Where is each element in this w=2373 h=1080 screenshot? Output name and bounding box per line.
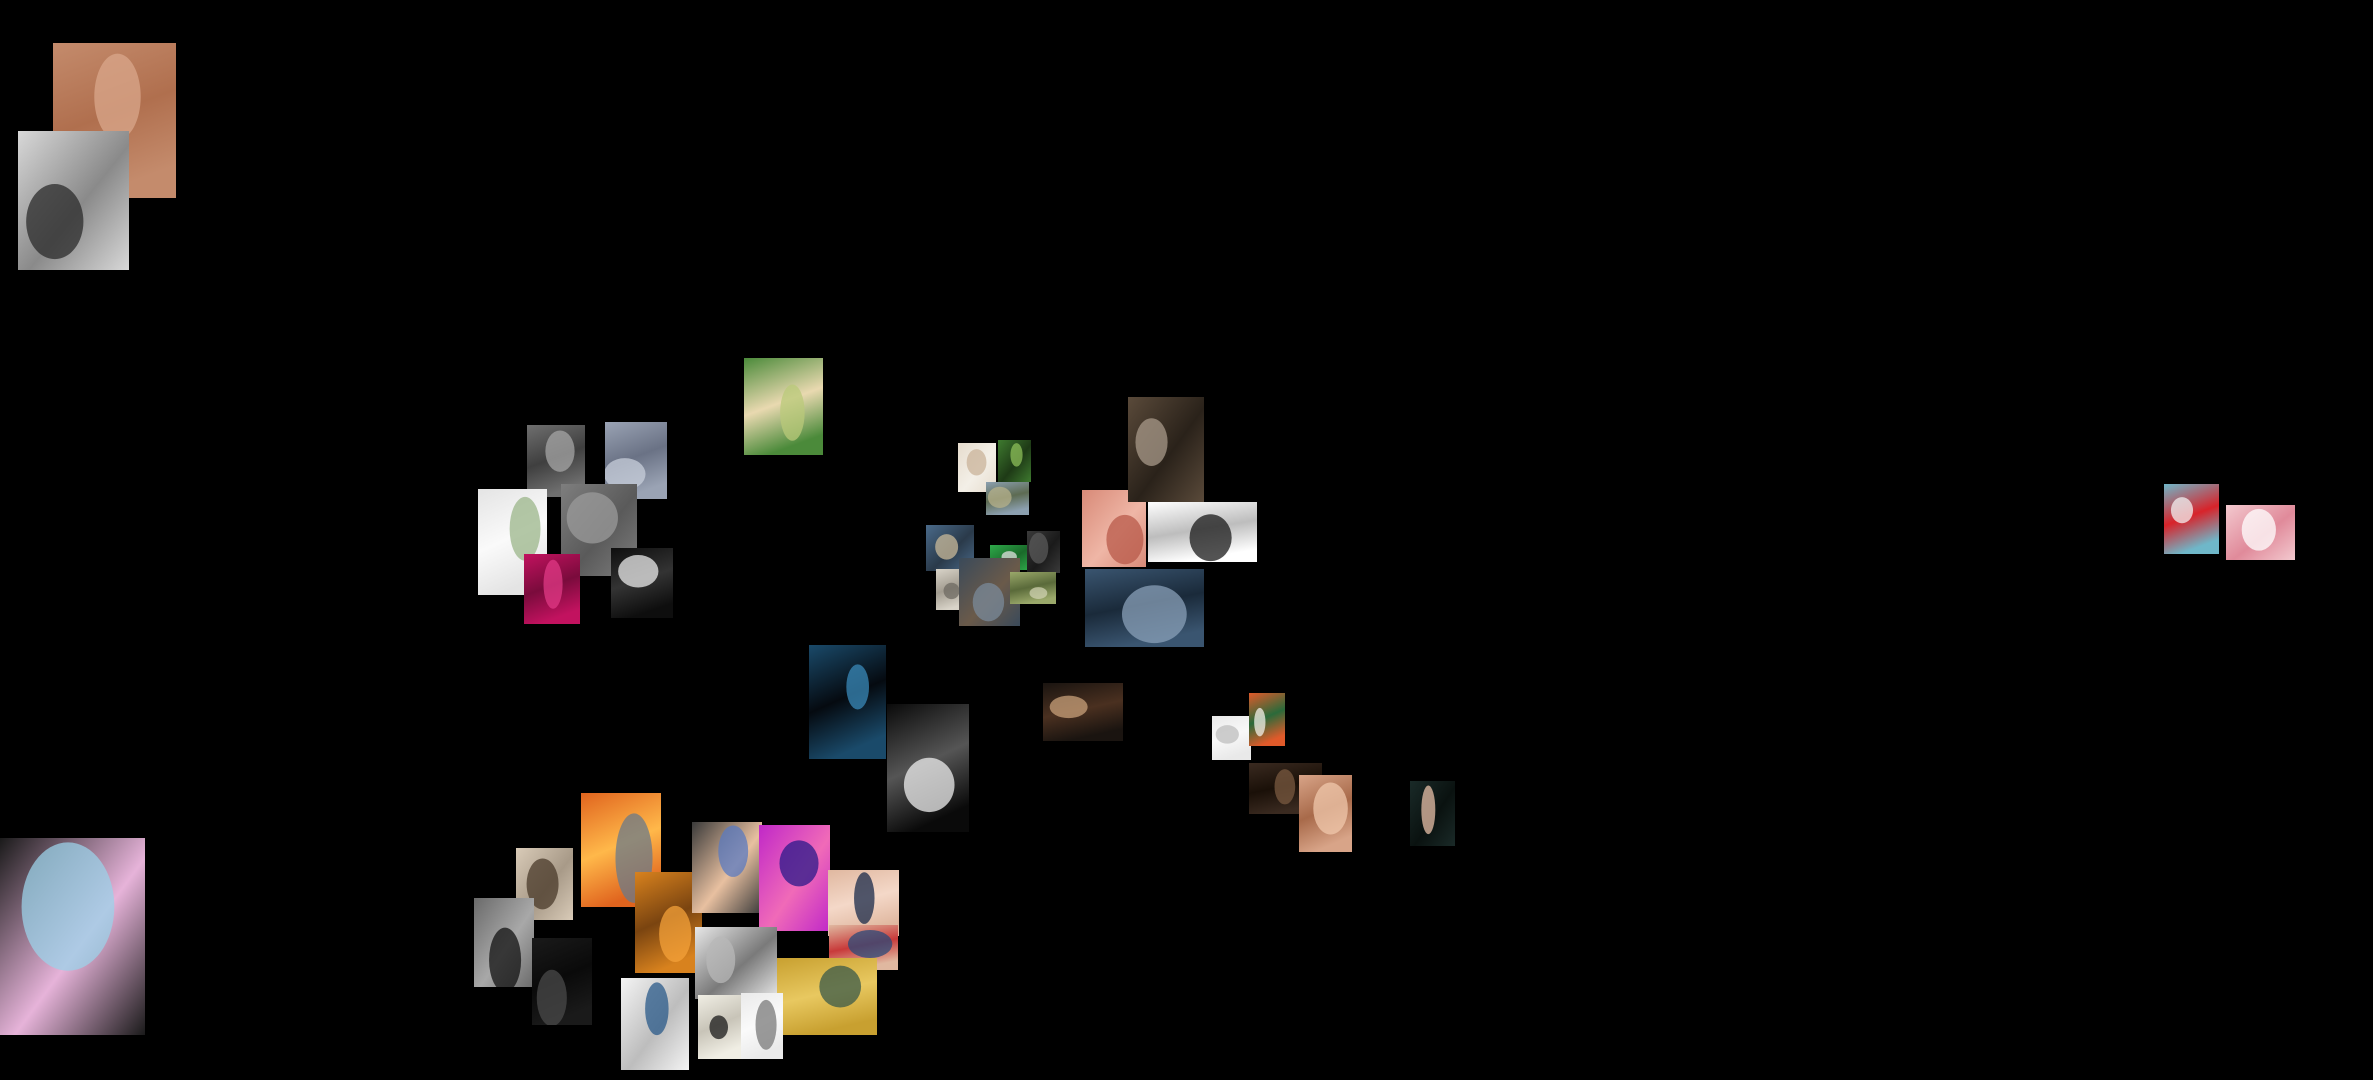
field-landscape-photo[interactable] <box>1010 572 1056 604</box>
lying-figure-photo[interactable] <box>692 822 762 913</box>
magenta-petals-photo[interactable] <box>524 554 580 624</box>
bare-legs-photo[interactable] <box>474 898 534 987</box>
harbor-dusk-photo[interactable] <box>1085 569 1204 647</box>
iridescent-abstract-photo[interactable] <box>0 838 145 1035</box>
skin-closeup-photo[interactable] <box>1299 775 1352 852</box>
photo-cloud-canvas[interactable] <box>0 0 2373 1080</box>
bw-portrait-shush-photo[interactable] <box>18 131 129 270</box>
sea-silhouette-photo[interactable] <box>809 645 886 759</box>
white-hand-photo[interactable] <box>1148 502 1257 562</box>
bird-sculpture-photo[interactable] <box>741 993 783 1059</box>
white-kitchen-photo[interactable] <box>695 927 777 999</box>
orange-door-photo[interactable] <box>1249 693 1285 746</box>
pioneer-girl-photo[interactable] <box>2164 484 2219 554</box>
hand-on-face-photo[interactable] <box>1410 781 1455 846</box>
dancers-dark-photo[interactable] <box>1043 683 1123 741</box>
dark-curtain-photo[interactable] <box>1027 531 1060 573</box>
foot-sculpture-photo[interactable] <box>611 548 673 618</box>
white-hair-portrait-photo[interactable] <box>1212 716 1251 760</box>
crowned-statue-photo[interactable] <box>532 938 592 1025</box>
landscape-small-photo[interactable] <box>986 482 1029 515</box>
green-leaves-photo[interactable] <box>998 440 1031 482</box>
still-life-photo[interactable] <box>698 995 743 1059</box>
man-with-flower-photo[interactable] <box>744 358 823 455</box>
aerial-delta-photo[interactable] <box>777 958 877 1035</box>
neon-forest-photo[interactable] <box>759 825 830 931</box>
magazine-page-photo[interactable] <box>621 978 689 1070</box>
mirror-interior-photo[interactable] <box>1128 397 1204 502</box>
pink-outfit-photo[interactable] <box>2226 505 2295 560</box>
ink-vortex-photo[interactable] <box>887 704 969 832</box>
